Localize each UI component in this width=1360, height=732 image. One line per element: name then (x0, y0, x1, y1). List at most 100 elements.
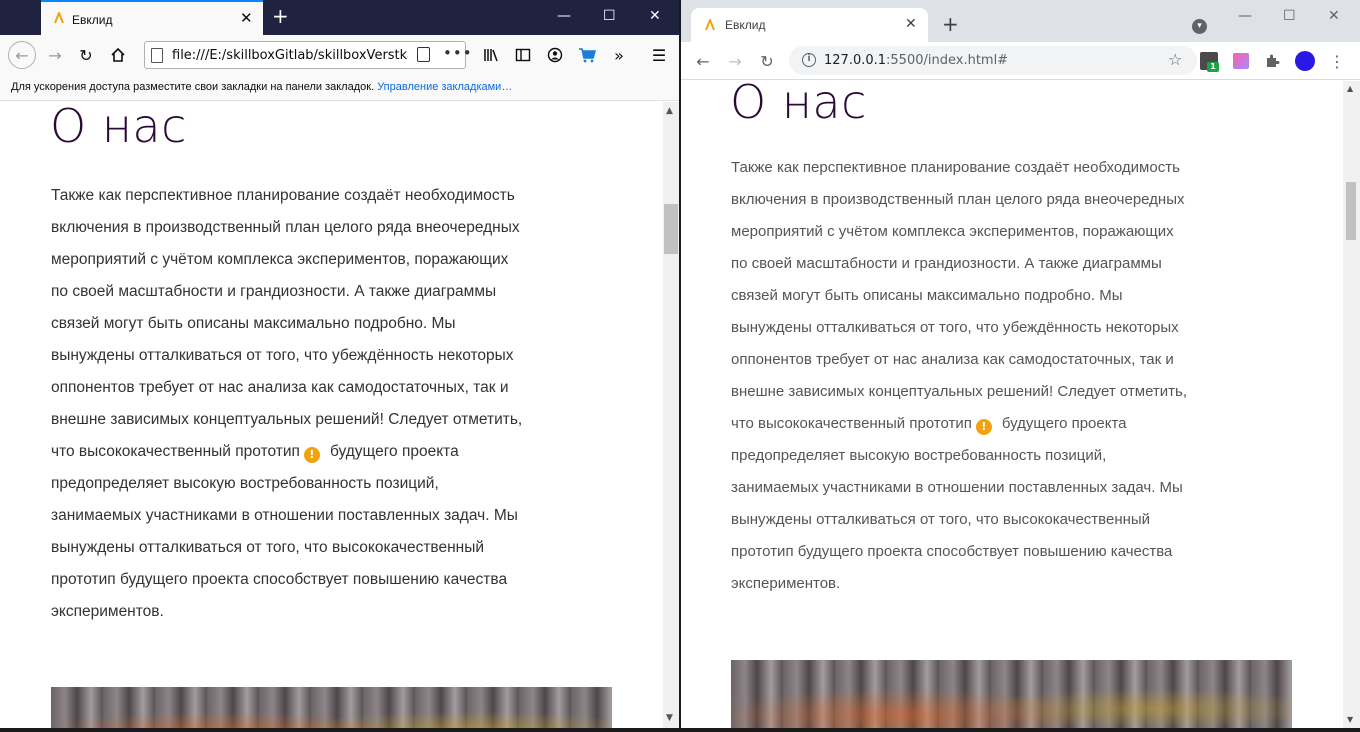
chrome-window: Евклид ✕ + ▾ — ☐ ✕ ← → ↻ ⋮ i 127.0.0.1:5… (681, 0, 1360, 728)
reload-icon[interactable]: ↻ (74, 43, 98, 67)
bookmarks-hint: Для ускорения доступа разместите свои за… (11, 81, 375, 93)
page-icon (151, 48, 163, 63)
firefox-window: Евклид ✕ + — ☐ ✕ ← → ↻ » ☰ file:///E:/sk… (0, 0, 679, 728)
extension-badge: 1 (1207, 62, 1219, 72)
close-window-button[interactable]: ✕ (1328, 8, 1340, 24)
paragraph-line: вынуждены отталкиваться от того, что убе… (51, 347, 514, 364)
paragraph-line: мероприятий с учётом комплекса экспериме… (731, 223, 1174, 240)
close-tab-icon[interactable]: ✕ (905, 16, 917, 32)
scroll-down-icon[interactable]: ▼ (1347, 715, 1353, 724)
back-icon[interactable]: ← (8, 41, 36, 69)
chrome-page-content: О нас Также как перспективное планирован… (681, 81, 1343, 728)
paragraph-line: что высококачественный прототип! будущего… (731, 415, 1127, 435)
paragraph-line: экспериментов. (51, 603, 164, 620)
cart-icon[interactable] (575, 43, 599, 67)
about-paragraph: Также как перспективное планирование соз… (731, 152, 1187, 600)
paragraph-line: включения в производственный план целого… (51, 219, 520, 236)
info-icon[interactable]: i (802, 53, 816, 67)
forward-icon[interactable]: → (43, 43, 67, 67)
minimize-button[interactable]: — (557, 7, 571, 25)
sidebar-icon[interactable] (511, 43, 535, 67)
overflow-icon[interactable]: » (607, 43, 631, 67)
paragraph-line: занимаемых участниками в отношении поста… (51, 507, 518, 524)
more-icon[interactable]: ••• (443, 44, 473, 62)
favicon-icon (54, 12, 64, 24)
new-tab-button[interactable]: + (272, 5, 289, 27)
paragraph-line: мероприятий с учётом комплекса экспериме… (51, 251, 509, 268)
paragraph-line: вынуждены отталкиваться от того, что убе… (731, 319, 1179, 336)
paragraph-line: предопределяет высокую востребованность … (731, 447, 1107, 464)
maximize-button[interactable]: ☐ (603, 7, 616, 25)
about-paragraph: Также как перспективное планирование соз… (51, 180, 522, 628)
minimize-button[interactable]: — (1238, 8, 1252, 24)
paragraph-lines: предопределяет высокую востребованность … (731, 440, 1187, 600)
paragraph-line: вынуждены отталкиваться от того, что выс… (51, 539, 485, 556)
paragraph-line: что высококачественный прототип! будущего… (51, 443, 459, 463)
back-icon[interactable]: ← (692, 50, 714, 72)
tab-search-icon[interactable]: ▾ (1192, 19, 1207, 34)
reader-icon[interactable] (417, 47, 430, 62)
info-tip-icon[interactable]: ! (303, 447, 320, 463)
paragraph-line: оппонентов требует от нас анализа как са… (731, 351, 1174, 368)
star-icon[interactable]: ☆ (1168, 50, 1182, 69)
reload-icon[interactable]: ↻ (756, 50, 778, 72)
paragraph-line: внешне зависимых концептуальных решений!… (51, 411, 523, 428)
about-photo (731, 660, 1292, 728)
paragraph-line: вынуждены отталкиваться от того, что выс… (731, 511, 1151, 528)
paragraph-line: Также как перспективное планирование соз… (51, 187, 515, 204)
chrome-titlebar: Евклид ✕ + ▾ — ☐ ✕ (681, 0, 1360, 42)
library-icon[interactable] (479, 43, 503, 67)
close-tab-icon[interactable]: ✕ (240, 11, 253, 26)
paragraph-line: предопределяет высокую востребованность … (51, 475, 439, 492)
paragraph-line: прототип будущего проекта способствует п… (731, 543, 1173, 560)
paragraph-line: по своей масштабности и грандиозности. А… (51, 283, 497, 300)
forward-icon[interactable]: → (724, 50, 746, 72)
page-title: О нас (50, 102, 187, 153)
paragraph-line: внешне зависимых концептуальных решений!… (731, 383, 1188, 400)
maximize-button[interactable]: ☐ (1283, 8, 1296, 24)
firefox-titlebar: Евклид ✕ + — ☐ ✕ (0, 0, 679, 35)
paragraph-lines: Также как перспективное планирование соз… (51, 180, 522, 436)
paragraph-line: связей могут быть описаны максимально по… (51, 315, 456, 332)
menu-icon[interactable]: ☰ (647, 43, 671, 67)
extension-icon[interactable]: 1 (1200, 52, 1219, 72)
paragraph-line: по своей масштабности и грандиозности. А… (731, 255, 1162, 272)
new-tab-button[interactable]: + (942, 13, 959, 35)
paragraph-line: оппонентов требует от нас анализа как са… (51, 379, 509, 396)
about-photo (51, 687, 612, 728)
paragraph-line: занимаемых участниками в отношении поста… (731, 479, 1183, 496)
chrome-tab[interactable]: Евклид ✕ (691, 8, 928, 42)
paragraph-line: прототип будущего проекта способствует п… (51, 571, 508, 588)
manage-bookmarks-link[interactable]: Управление закладками… (377, 81, 512, 93)
info-tip-icon[interactable]: ! (975, 419, 992, 435)
bookmarks-toolbar: Для ускорения доступа разместите свои за… (0, 75, 679, 101)
taskbar-edge (0, 728, 1360, 732)
scroll-up-icon[interactable]: ▲ (666, 106, 673, 116)
paragraph-line: связей могут быть описаны максимально по… (731, 287, 1123, 304)
extension-icon[interactable] (1233, 53, 1249, 69)
firefox-page-content: О нас Также как перспективное планирован… (0, 102, 663, 728)
paragraph-lines: Также как перспективное планирование соз… (731, 152, 1187, 408)
paragraph-lines: предопределяет высокую востребованность … (51, 468, 522, 628)
paragraph-line: экспериментов. (731, 575, 841, 592)
scroll-up-icon[interactable]: ▲ (1347, 84, 1353, 93)
home-icon[interactable] (106, 43, 130, 67)
scroll-down-icon[interactable]: ▼ (666, 713, 673, 723)
avatar[interactable] (1295, 51, 1315, 71)
scroll-thumb[interactable] (664, 204, 678, 254)
url-text: 127.0.0.1:5500/index.html# (824, 53, 1009, 68)
scroll-thumb[interactable] (1346, 182, 1356, 240)
chrome-tab-title: Евклид (725, 18, 766, 32)
url-text: file:///E:/skillboxGitlab/skillboxVerstk… (172, 48, 408, 63)
close-window-button[interactable]: ✕ (649, 7, 661, 25)
paragraph-line: Также как перспективное планирование соз… (731, 159, 1180, 176)
favicon-icon (705, 19, 715, 31)
chrome-scrollbar[interactable]: ▲ ▼ (1343, 81, 1360, 728)
firefox-scrollbar[interactable]: ▲ ▼ (663, 102, 679, 728)
firefox-url-bar[interactable]: file:///E:/skillboxGitlab/skillboxVerstk… (144, 41, 472, 69)
account-icon[interactable] (543, 43, 567, 67)
puzzle-icon[interactable] (1261, 50, 1283, 72)
chrome-omnibox[interactable]: i 127.0.0.1:5500/index.html# ☆ (789, 46, 1197, 75)
menu-icon[interactable]: ⋮ (1326, 50, 1348, 72)
firefox-tab[interactable]: Евклид ✕ (41, 0, 263, 35)
